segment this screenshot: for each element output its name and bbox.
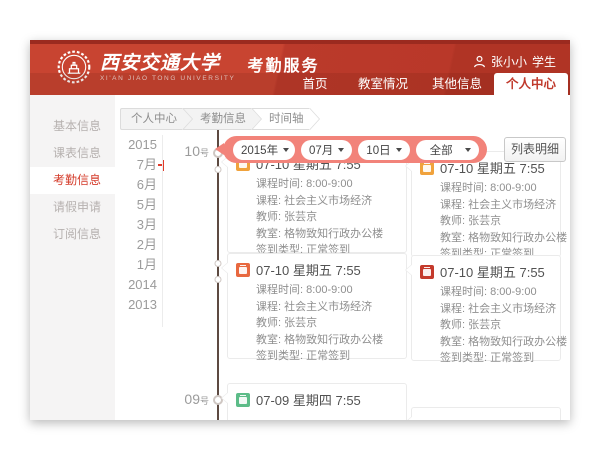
caret-down-icon (338, 148, 344, 152)
attendance-status-icon (236, 393, 250, 407)
sidebar-item-leave-request[interactable]: 请假申请 (30, 194, 115, 221)
scope-dropdown[interactable]: 全部 (416, 140, 479, 160)
card-field: 课程: 社会主义市场经济 (228, 299, 406, 316)
card-field: 课程时间: 8:00-9:00 (228, 176, 406, 193)
card-field: 教师: 张芸京 (412, 317, 560, 334)
nav-tab-personal-center[interactable]: 个人中心 (494, 73, 568, 95)
sidebar-item-subscription[interactable]: 订阅信息 (30, 221, 115, 248)
card-field: 教室: 格物致知行政办公楼 (412, 334, 560, 351)
attendance-status-icon (236, 263, 250, 277)
nav-tab-home[interactable]: 首页 (284, 73, 346, 95)
app-window: 西安交通大学 XI'AN JIAO TONG UNIVERSITY 考勤服务 张… (30, 40, 570, 420)
timeline-nav-2014[interactable]: 2014 (115, 275, 157, 295)
card-field: 教师: 张芸京 (228, 315, 406, 332)
card-header: 07-10 星期五 7:55 (228, 254, 406, 282)
attendance-card[interactable]: 07-10 星期五 7:55 课程时间: 8:00-9:00 课程: 社会主义市… (411, 255, 561, 361)
timeline-day-label-09: 09号 (167, 391, 209, 409)
scope-dropdown-value: 全部 (430, 142, 453, 158)
day-dropdown-value: 10日 (366, 142, 390, 158)
card-field: 课程时间: 8:00-9:00 (228, 282, 406, 299)
card-field: 签到类型: 正常签到 (412, 350, 560, 367)
attendance-card[interactable]: 07-09 星期四 7:55 (227, 383, 407, 420)
timeline-nav-june[interactable]: 6月 (115, 175, 157, 195)
timeline-year-month-nav: 2015 7月 6月 5月 3月 2月 1月 2014 2013 (115, 135, 157, 315)
user-menu[interactable]: 张小小 学生 (473, 53, 556, 70)
vertical-divider (162, 135, 163, 327)
nav-tab-other-info[interactable]: 其他信息 (420, 73, 494, 95)
card-field: 教师: 张芸京 (228, 209, 406, 226)
sidebar-item-timetable[interactable]: 课表信息 (30, 140, 115, 167)
user-name: 张小小 (491, 53, 527, 70)
user-icon (473, 55, 486, 68)
card-field: 签到类型: 正常签到 (228, 348, 406, 365)
card-field: 教室: 格物致知行政办公楼 (228, 332, 406, 349)
attendance-status-icon (420, 265, 434, 279)
timeline-day-label-10: 10号 (167, 143, 209, 161)
timeline-nav-january[interactable]: 1月 (115, 255, 157, 275)
day-number: 10 (184, 143, 200, 159)
main-nav: 首页 教室情况 其他信息 个人中心 (30, 73, 570, 95)
nav-tab-classrooms[interactable]: 教室情况 (346, 73, 420, 95)
sidebar-item-basic-info[interactable]: 基本信息 (30, 113, 115, 140)
day-number: 09 (184, 391, 200, 407)
sidebar-item-attendance[interactable]: 考勤信息 (30, 167, 115, 194)
timeline-nav-february[interactable]: 2月 (115, 235, 157, 255)
list-detail-button[interactable]: 列表明细 (504, 137, 566, 162)
timeline-nav-2013[interactable]: 2013 (115, 295, 157, 315)
day-dropdown[interactable]: 10日 (358, 140, 409, 160)
breadcrumb-personal-center[interactable]: 个人中心 (120, 108, 183, 130)
timeline-nav-may[interactable]: 5月 (115, 195, 157, 215)
card-header-text: 07-10 星期五 7:55 (256, 260, 361, 279)
caret-down-icon (465, 148, 471, 152)
day-suffix: 号 (200, 396, 209, 406)
card-field: 教室: 格物致知行政办公楼 (412, 230, 560, 247)
breadcrumb: 个人中心 考勤信息 时间轴 (120, 108, 310, 130)
timeline-nav-july[interactable]: 7月 (115, 155, 157, 175)
screenshot-stage: 西安交通大学 XI'AN JIAO TONG UNIVERSITY 考勤服务 张… (0, 0, 600, 450)
year-dropdown-value: 2015年 (241, 142, 278, 158)
card-field: 课程: 社会主义市场经济 (228, 193, 406, 210)
year-dropdown[interactable]: 2015年 (233, 140, 295, 160)
attendance-card-partial[interactable] (411, 407, 561, 420)
timeline-nav-march[interactable]: 3月 (115, 215, 157, 235)
timeline-node (215, 276, 222, 283)
card-header-text: 07-09 星期四 7:55 (256, 390, 361, 409)
app-header: 西安交通大学 XI'AN JIAO TONG UNIVERSITY 考勤服务 张… (30, 40, 570, 95)
attendance-card[interactable]: 07-10 星期五 7:55 课程时间: 8:00-9:00 课程: 社会主义市… (411, 151, 561, 257)
day-suffix: 号 (200, 148, 209, 158)
card-field: 课程: 社会主义市场经济 (412, 301, 560, 318)
card-header-text: 07-10 星期五 7:55 (440, 262, 545, 281)
attendance-card[interactable]: 07-10 星期五 7:55 课程时间: 8:00-9:00 课程: 社会主义市… (227, 253, 407, 359)
card-header: 07-10 星期五 7:55 (412, 256, 560, 284)
card-field: 教室: 格物致知行政办公楼 (228, 226, 406, 243)
main-content: 个人中心 考勤信息 时间轴 2015 7月 6月 5月 3月 2月 1月 201… (115, 95, 570, 420)
card-field: 课程时间: 8:00-9:00 (412, 180, 560, 197)
user-role: 学生 (532, 53, 556, 70)
timeline-nav-2015[interactable]: 2015 (115, 135, 157, 155)
sidebar: 基本信息 课表信息 考勤信息 请假申请 订阅信息 (30, 95, 115, 420)
card-header: 07-09 星期四 7:55 (228, 384, 406, 412)
month-dropdown[interactable]: 07月 (301, 140, 352, 160)
timeline-nav-july-label: 7月 (137, 157, 157, 172)
caret-down-icon (396, 148, 402, 152)
month-dropdown-value: 07月 (309, 142, 333, 158)
card-field: 课程: 社会主义市场经济 (412, 197, 560, 214)
app-body: 基本信息 课表信息 考勤信息 请假申请 订阅信息 个人中心 考勤信息 时间轴 2… (30, 95, 570, 420)
header-top-strip (30, 40, 570, 44)
university-name-cn: 西安交通大学 (100, 53, 235, 73)
card-field: 教师: 张芸京 (412, 213, 560, 230)
card-field: 课程时间: 8:00-9:00 (412, 284, 560, 301)
timeline-filter-bar: 2015年 07月 10日 全部 (223, 136, 487, 163)
caret-down-icon (283, 148, 289, 152)
breadcrumb-attendance[interactable]: 考勤信息 (183, 108, 252, 130)
